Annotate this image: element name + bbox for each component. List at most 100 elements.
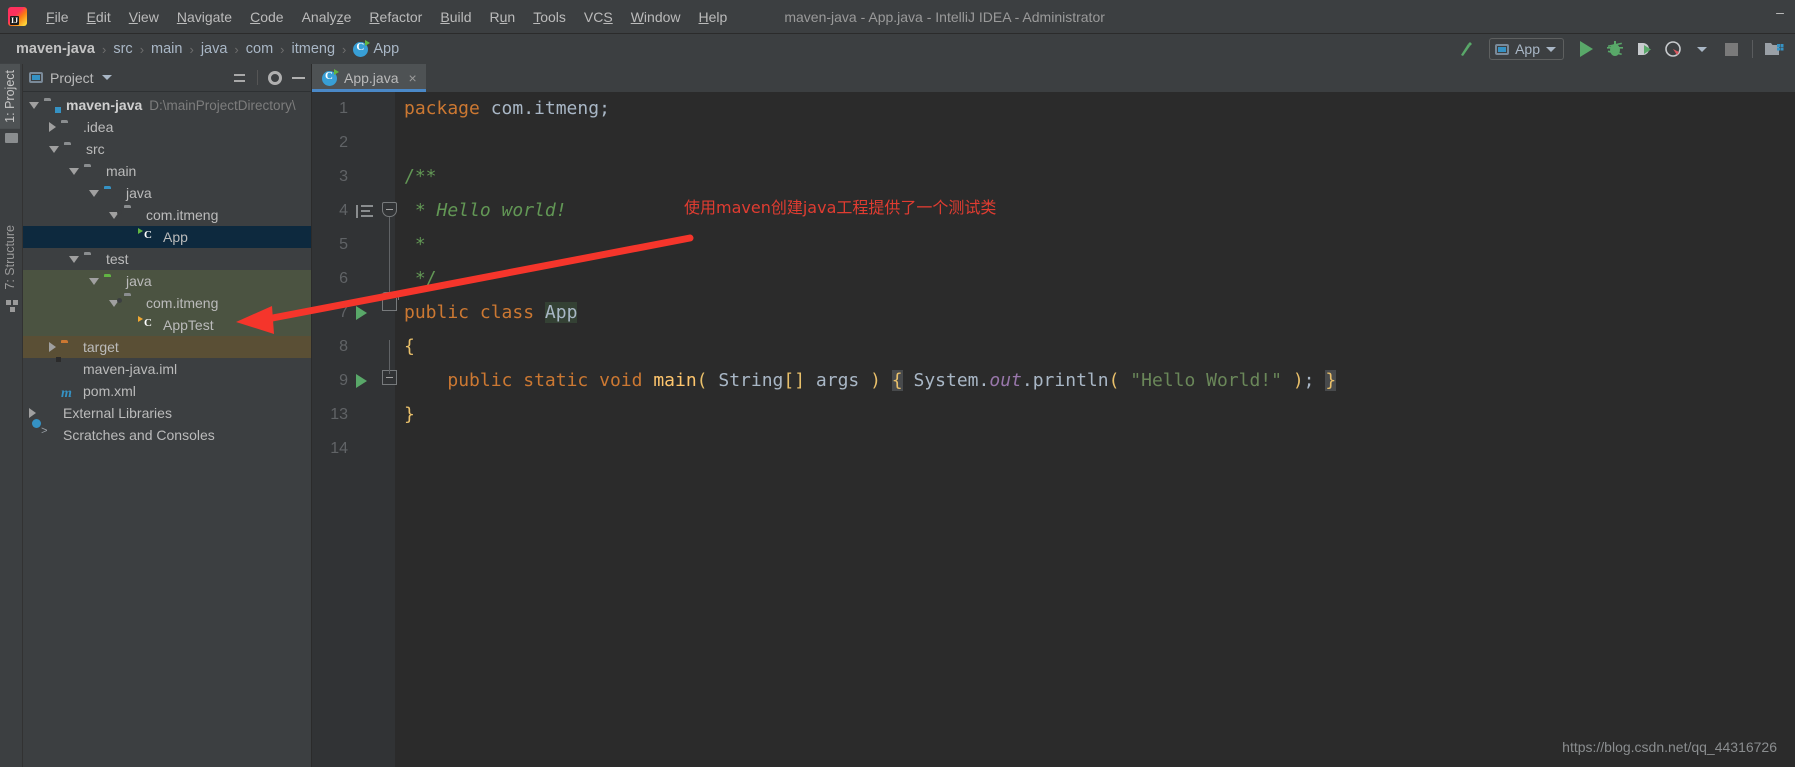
module-icon: [44, 98, 61, 113]
breadcrumb-item-itmeng[interactable]: itmeng: [288, 39, 340, 59]
tree-node-java[interactable]: java: [23, 270, 311, 292]
code-token: .: [978, 370, 990, 391]
menu-item-refactor[interactable]: Refactor: [360, 5, 431, 29]
gear-icon[interactable]: [268, 70, 282, 85]
profiler-dropdown[interactable]: [1689, 37, 1715, 61]
hide-icon[interactable]: [292, 76, 305, 79]
stop-icon: [1724, 42, 1738, 56]
code-token: static: [523, 370, 589, 391]
code-line[interactable]: 13}: [312, 398, 1795, 432]
breadcrumb-item-java[interactable]: java: [197, 39, 232, 59]
close-icon[interactable]: ×: [408, 71, 416, 85]
tree-node-pom-xml[interactable]: m pom.xml: [23, 380, 311, 402]
menu-item-analyze[interactable]: Analyze: [293, 5, 361, 29]
debug-button[interactable]: [1602, 37, 1628, 61]
run-configuration-selector[interactable]: App: [1489, 38, 1564, 60]
menu-item-code[interactable]: Code: [241, 5, 292, 29]
tab-app-java[interactable]: App.java ×: [312, 64, 426, 92]
code-line[interactable]: 9 public static void main( String[] args…: [312, 364, 1795, 398]
breadcrumb-separator: ›: [342, 41, 347, 57]
stop-button[interactable]: [1718, 37, 1744, 61]
stripe-button-project[interactable]: 1: Project: [0, 64, 20, 129]
editor-tabs: App.java ×: [312, 64, 1795, 92]
menu-item-build[interactable]: Build: [431, 5, 480, 29]
breadcrumb-item-src[interactable]: src: [109, 39, 136, 59]
stripe-button-structure[interactable]: 7: Structure: [0, 219, 20, 296]
tree-node-external-libraries[interactable]: External Libraries: [23, 402, 311, 424]
tree-node-label: AppTest: [163, 317, 214, 333]
tree-twisty-open-icon[interactable]: [49, 145, 59, 153]
code-token: {: [891, 370, 903, 391]
tree-twisty-closed-icon[interactable]: [49, 122, 56, 132]
code-lines: 1 package com.itmeng; 2 3 /** 4 * Hello world…: [312, 92, 1795, 767]
code-token: (: [696, 370, 708, 391]
chevron-down-icon[interactable]: [101, 75, 112, 80]
tree-node-test[interactable]: test: [23, 248, 311, 270]
code-token: (: [1108, 370, 1120, 391]
tree-node-com-itmeng[interactable]: com.itmeng: [23, 204, 311, 226]
tree-twisty-closed-icon[interactable]: [29, 408, 36, 418]
tree-node-com-itmeng[interactable]: com.itmeng: [23, 292, 311, 314]
breadcrumb: maven-java › src › main › java › com › itmeng › App: [0, 39, 403, 59]
code-line[interactable]: 1 package com.itmeng;: [312, 92, 1795, 126]
tree-node-apptest[interactable]: AppTest: [23, 314, 311, 336]
tree-twisty-open-icon[interactable]: [69, 255, 79, 263]
menu-item-file[interactable]: File: [37, 5, 78, 29]
tree-twisty-open-icon[interactable]: [89, 189, 99, 197]
tree-node-label: .idea: [83, 119, 114, 135]
breadcrumb-item-app[interactable]: App: [349, 39, 403, 59]
tree-node-maven-java[interactable]: maven-java D:\mainProjectDirectory\: [23, 94, 311, 116]
code-line[interactable]: 5 *: [312, 228, 1795, 262]
line-text: }: [404, 398, 415, 432]
profiler-button[interactable]: [1660, 37, 1686, 61]
tree-node-target[interactable]: target: [23, 336, 311, 358]
code-line[interactable]: 6 */: [312, 262, 1795, 296]
menu-item-window[interactable]: Window: [622, 5, 690, 29]
menu-item-help[interactable]: Help: [690, 5, 737, 29]
tree-node-path: D:\mainProjectDirectory\: [149, 97, 296, 113]
code-line[interactable]: 4 * Hello world!: [312, 194, 1795, 228]
run-button[interactable]: [1573, 37, 1599, 61]
excluded-folder-icon: [61, 340, 78, 355]
menu-item-edit[interactable]: Edit: [78, 5, 120, 29]
tree-twisty-open-icon[interactable]: [89, 277, 99, 285]
code-editor[interactable]: 1 package com.itmeng; 2 3 /** 4 * Hello world…: [312, 92, 1795, 767]
breadcrumb-item-maven-java[interactable]: maven-java: [12, 39, 99, 59]
breadcrumb-item-com[interactable]: com: [242, 39, 277, 59]
tree-node-maven-java-iml[interactable]: maven-java.iml: [23, 358, 311, 380]
test-root-icon: [104, 274, 121, 289]
run-configuration-label: App: [1515, 41, 1540, 57]
code-line[interactable]: 2: [312, 126, 1795, 160]
run-with-coverage-button[interactable]: [1631, 37, 1657, 61]
tree-twisty-closed-icon[interactable]: [49, 342, 56, 352]
tree-twisty-open-icon[interactable]: [69, 167, 79, 175]
build-button[interactable]: [1454, 37, 1480, 61]
tree-node-scratches-and-consoles[interactable]: Scratches and Consoles: [23, 424, 311, 446]
java-class-icon: [353, 39, 371, 57]
tree-node-label: java: [126, 185, 152, 201]
tree-node-src[interactable]: src: [23, 138, 311, 160]
tree-node-label: test: [106, 251, 129, 267]
code-token: {: [404, 336, 415, 357]
menu-item-view[interactable]: View: [120, 5, 168, 29]
tree-node-app[interactable]: App: [23, 226, 311, 248]
code-token: args: [805, 370, 871, 391]
menu-item-run[interactable]: Run: [481, 5, 525, 29]
code-line[interactable]: 14: [312, 432, 1795, 466]
tree-node-main[interactable]: main: [23, 160, 311, 182]
tree-node-java[interactable]: java: [23, 182, 311, 204]
line-text: */: [404, 262, 437, 296]
menu-item-vcs[interactable]: VCS: [575, 5, 622, 29]
code-line[interactable]: 3 /**: [312, 160, 1795, 194]
code-line[interactable]: 7 public class App: [312, 296, 1795, 330]
menu-item-tools[interactable]: Tools: [524, 5, 575, 29]
code-line[interactable]: 8{: [312, 330, 1795, 364]
tree-node--idea[interactable]: .idea: [23, 116, 311, 138]
collapse-all-icon[interactable]: [232, 71, 247, 85]
project-structure-button[interactable]: [1761, 37, 1787, 61]
tree-twisty-open-icon[interactable]: [29, 101, 39, 109]
minimize-button[interactable]: –: [1765, 0, 1795, 24]
breadcrumb-item-main[interactable]: main: [147, 39, 186, 59]
menu-item-navigate[interactable]: Navigate: [168, 5, 241, 29]
